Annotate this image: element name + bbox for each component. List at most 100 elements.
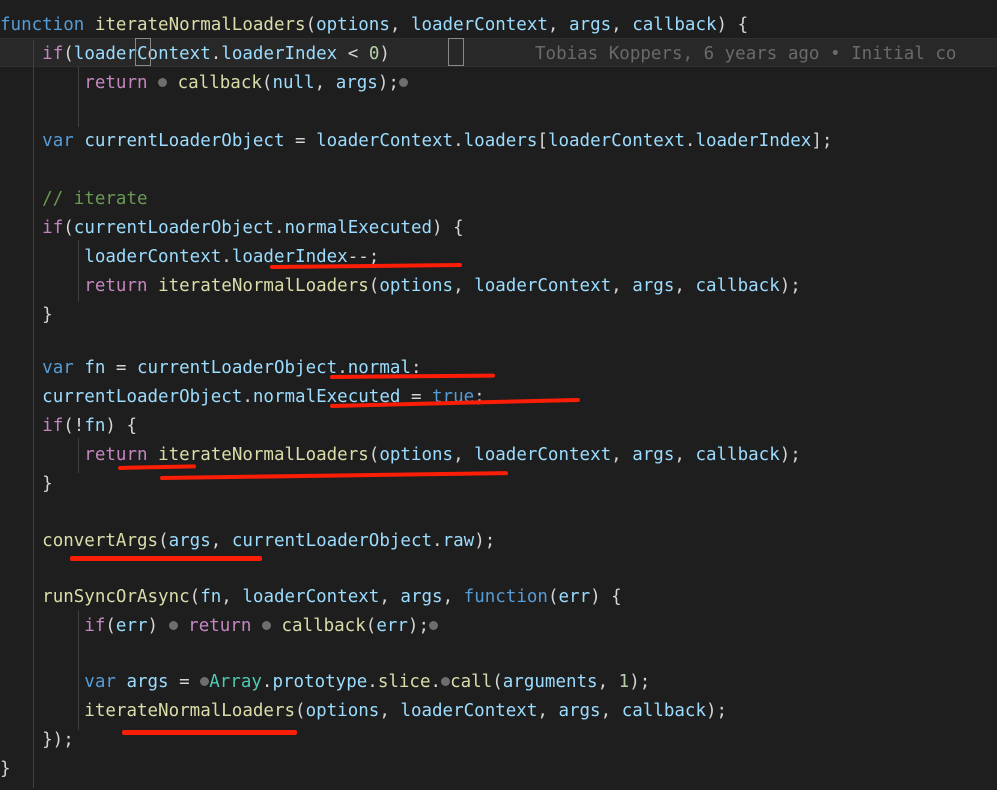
code-token: callback [177, 73, 262, 93]
code-token: ( [295, 701, 306, 721]
code-token: ); [705, 701, 728, 721]
code-line[interactable]: var fn = currentLoaderObject.normal: [0, 354, 421, 383]
code-token: currentLoaderObject [73, 218, 274, 238]
code-token: var [84, 672, 116, 692]
inlay-reference-dot-icon [200, 676, 210, 686]
code-token: , [389, 15, 411, 35]
code-line[interactable]: currentLoaderObject.normalExecuted = tru… [0, 383, 485, 412]
code-token: , [379, 701, 401, 721]
code-line[interactable]: // iterate [0, 185, 147, 214]
code-token: args [168, 531, 211, 551]
code-token: ) { [590, 587, 622, 607]
code-line[interactable]: if(!fn) { [0, 412, 137, 441]
code-token: currentLoaderObject [42, 387, 243, 407]
code-line[interactable]: return iterateNormalLoaders(options, loa… [0, 441, 801, 470]
code-line[interactable]: return callback(null, args); [0, 69, 408, 98]
code-token: options [379, 445, 454, 465]
code-line[interactable]: } [0, 755, 11, 784]
inlay-reference-dot-icon [398, 77, 408, 87]
code-token: loaderContext [242, 587, 380, 607]
code-token: fn [84, 416, 106, 436]
code-token: , [314, 73, 336, 93]
code-token: , [453, 276, 475, 296]
code-token: args [335, 73, 378, 93]
code-token: convertArgs [42, 531, 159, 551]
code-token: ); [629, 672, 651, 692]
code-token: if [42, 218, 64, 238]
code-token: if [42, 416, 64, 436]
code-token: 0 [368, 44, 380, 64]
code-token: loaderContext [400, 701, 538, 721]
code-token: . [684, 131, 696, 151]
code-line[interactable]: } [0, 470, 53, 499]
code-token: , [597, 672, 619, 692]
code-line[interactable]: if(err) return callback(err); [0, 612, 438, 641]
code-token: loaderContext [316, 131, 454, 151]
code-token: , [537, 701, 559, 721]
code-token: [ [537, 131, 548, 151]
code-token: , [674, 445, 696, 465]
code-line[interactable]: runSyncOrAsync(fn, loaderContext, args, … [0, 583, 622, 612]
code-line[interactable]: convertArgs(args, currentLoaderObject.ra… [0, 527, 495, 556]
code-token: function [463, 587, 548, 607]
code-line[interactable]: iterateNormalLoaders(options, loaderCont… [0, 697, 727, 726]
code-line[interactable]: var args = Array.prototype.slice. call(ar… [0, 668, 650, 697]
code-line[interactable]: if(loaderContext.loaderIndex < 0) [0, 40, 390, 69]
code-token: loaderContext [474, 276, 612, 296]
underline-iterate-call-bottom [122, 730, 297, 735]
code-token: if [84, 616, 106, 636]
code-token: callback [695, 445, 780, 465]
code-token: ); [779, 276, 801, 296]
code-token: } [0, 305, 53, 325]
code-token: ( [63, 44, 74, 64]
code-token: . [337, 358, 348, 378]
code-token: ) { [432, 218, 464, 238]
code-token: ) { [105, 416, 137, 436]
inlay-reference-dot-icon [261, 620, 271, 630]
inlay-reference-dot-icon [429, 620, 438, 630]
code-token: , [674, 276, 696, 296]
code-line[interactable]: return iterateNormalLoaders(options, loa… [0, 272, 801, 301]
code-token: arguments [502, 672, 598, 692]
code-token: } [0, 474, 53, 494]
code-token: ) [379, 44, 390, 64]
code-line[interactable]: loaderContext.loaderIndex--; [0, 243, 379, 272]
code-token: (! [63, 416, 85, 436]
code-line[interactable]: function iterateNormalLoaders(options, l… [0, 11, 748, 40]
code-editor[interactable]: function iterateNormalLoaders(options, l… [0, 0, 997, 790]
code-token: function [0, 15, 85, 35]
underline-convertArgs-args [70, 556, 262, 561]
code-token: err [558, 587, 591, 607]
code-token: loaderContext [474, 445, 612, 465]
code-token: return [84, 445, 148, 465]
code-line[interactable]: } [0, 301, 53, 330]
code-token: options [379, 276, 454, 296]
code-token: callback [695, 276, 780, 296]
code-token: = [284, 131, 317, 151]
code-token: , [600, 701, 622, 721]
code-token: runSyncOrAsync [42, 587, 190, 607]
code-token: fn [200, 587, 222, 607]
code-line[interactable]: if(currentLoaderObject.normalExecuted) { [0, 214, 464, 243]
code-token: var [42, 358, 74, 378]
code-token: ) [147, 616, 169, 636]
code-token: , [611, 276, 633, 296]
code-token: ; [474, 387, 485, 407]
code-token: ( [365, 616, 377, 636]
code-line[interactable]: var currentLoaderObject = loaderContext.… [0, 127, 832, 156]
code-line[interactable]: }); [0, 726, 74, 755]
code-token: --; [347, 247, 380, 267]
